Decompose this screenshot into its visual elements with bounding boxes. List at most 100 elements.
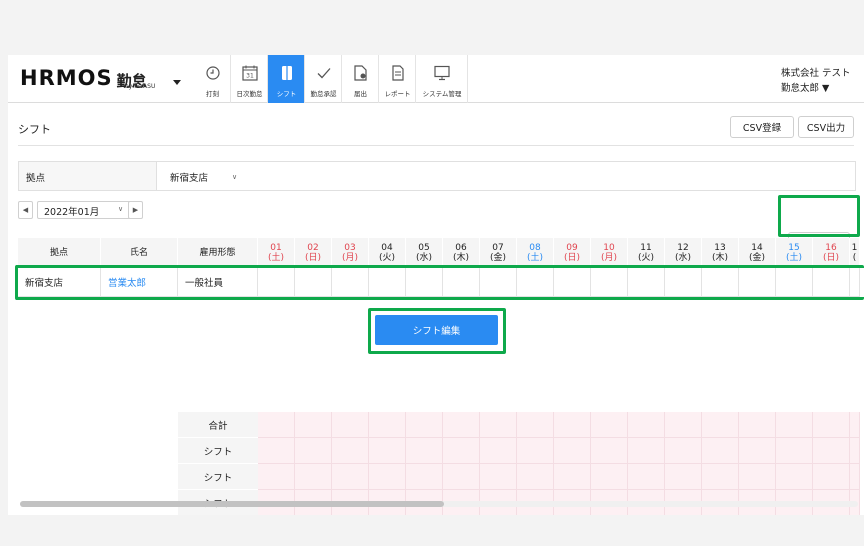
shift-cell[interactable] [517,267,554,297]
app-window: HRMOS 勤怠 by IEYASU 打刻 31 日次勤怠 シフト 勤怠承認 届… [8,55,864,515]
prev-month-button[interactable]: ◀ [18,201,33,219]
summary-cell [406,438,443,464]
shift-cell[interactable] [258,267,295,297]
report-icon [391,64,404,82]
day-header: 06 (木) [443,238,480,267]
shift-cell[interactable] [702,267,739,297]
day-weekday: (土) [526,252,544,263]
clock-icon [205,64,220,82]
day-header: 11 (火) [628,238,665,267]
shift-cell[interactable] [443,267,480,297]
day-header: 03 (月) [332,238,369,267]
day-header: 13 (木) [702,238,739,267]
shift-icon [281,64,293,82]
monitor-icon [434,64,450,82]
chevron-down-icon[interactable]: ∨ [118,205,123,213]
nav-label: 勤怠承認 [310,90,337,98]
shift-cell[interactable] [628,267,665,297]
summary-cell [406,412,443,438]
chevron-down-icon[interactable]: ∨ [232,173,237,181]
shift-cell[interactable] [406,267,443,297]
nav-item-system-admin[interactable]: システム管理 [416,55,468,103]
shift-cell[interactable] [850,267,860,297]
day-number: 05 [418,242,430,253]
summary-cell [554,438,591,464]
day-number: 13 [714,242,726,253]
shift-cell[interactable] [776,267,813,297]
highlight-box [778,195,860,237]
day-header: 02 (日) [295,238,332,267]
summary-cell [776,438,813,464]
shift-cell[interactable] [739,267,776,297]
nav-label: 届出 [354,90,367,98]
scrollbar-thumb[interactable] [20,501,444,507]
nav-item-daily-attendance[interactable]: 31 日次勤怠 [231,55,268,103]
summary-row-label: シフト [178,438,258,464]
shift-cell[interactable] [332,267,369,297]
day-number: 14 [751,242,763,253]
nav-item-report[interactable]: レポート [379,55,416,103]
summary-cell [258,412,295,438]
summary-cell [591,464,628,490]
column-header-employment: 雇用形態 [178,238,258,267]
column-header-name: 氏名 [101,238,178,267]
product-menu-caret-icon[interactable] [173,80,181,85]
summary-cell [776,464,813,490]
day-header: 12 (水) [665,238,702,267]
nav-item-requests[interactable]: 届出 [342,55,379,103]
summary-cell [554,464,591,490]
base-filter-row: 拠点 新宿支店 ∨ [18,161,856,191]
day-weekday: (水) [674,252,692,263]
nav-item-approval[interactable]: 勤怠承認 [305,55,342,103]
account-menu[interactable]: 株式会社 テスト 勤怠太郎 ▼ [781,66,851,96]
employee-name-link[interactable]: 営業太郎 [101,267,178,297]
day-weekday: (月) [341,252,359,263]
shift-edit-button[interactable]: シフト編集 [375,315,498,345]
base-filter-label: 拠点 [19,162,157,190]
day-header: 04 (火) [369,238,406,267]
shift-cell[interactable] [591,267,628,297]
csv-register-button[interactable]: CSV登録 [730,116,794,138]
user-name[interactable]: 勤怠太郎 ▼ [781,81,851,96]
day-number: 1 [851,242,858,253]
day-number: 02 [307,242,319,253]
shift-cell[interactable] [554,267,591,297]
shift-cell[interactable] [665,267,702,297]
page-title: シフト [18,123,51,136]
summary-cell [739,438,776,464]
day-number: 16 [825,242,837,253]
summary-cell [295,464,332,490]
summary-row-label: 合計 [178,412,258,438]
shift-cell[interactable] [813,267,850,297]
day-header: 16 (日) [813,238,850,267]
shift-cell[interactable] [369,267,406,297]
day-header: 15 (土) [776,238,813,267]
day-weekday: (火) [378,252,396,263]
summary-cell [295,438,332,464]
nav-item-shift[interactable]: シフト [268,55,305,103]
nav-item-punch[interactable]: 打刻 [194,55,231,103]
day-number: 10 [603,242,615,253]
main-nav: 打刻 31 日次勤怠 シフト 勤怠承認 届出 レポート システム管理 [194,55,468,103]
summary-cell [406,464,443,490]
summary-cell [332,438,369,464]
base-select[interactable]: 新宿支店 [170,170,208,184]
next-month-button[interactable]: ▶ [128,201,143,219]
day-number: 09 [566,242,578,253]
shift-cell[interactable] [295,267,332,297]
csv-output-button[interactable]: CSV出力 [798,116,854,138]
day-weekday: (金) [748,252,766,263]
summary-cell [813,412,850,438]
day-number: 03 [344,242,356,253]
summary-cell [517,412,554,438]
summary-cell [591,438,628,464]
day-weekday: (土) [267,252,285,263]
nav-label: システム管理 [422,90,462,98]
day-weekday: ( [852,252,857,263]
summary-cell [517,464,554,490]
shift-cell[interactable] [480,267,517,297]
summary-cell [591,412,628,438]
summary-cell [776,412,813,438]
row-base: 新宿支店 [18,267,101,297]
day-weekday: (日) [304,252,322,263]
